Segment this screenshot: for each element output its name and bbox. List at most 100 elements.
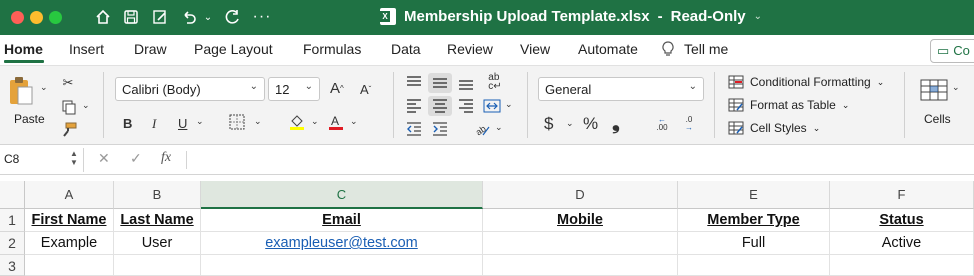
cell-f2[interactable]: Active <box>830 232 974 255</box>
align-center-icon[interactable] <box>428 96 452 116</box>
confirm-entry-icon[interactable]: ✓ <box>130 150 142 167</box>
cell-a3[interactable] <box>25 255 114 276</box>
undo-dropdown-chevron-icon[interactable]: ⌄ <box>202 6 214 28</box>
cell-f3[interactable] <box>830 255 974 276</box>
copy-dropdown-chevron-icon[interactable]: ⌄ <box>82 100 90 111</box>
font-color-chevron-icon[interactable]: ⌄ <box>350 116 358 127</box>
cell-b3[interactable] <box>114 255 201 276</box>
percent-format-button[interactable]: % <box>583 114 598 134</box>
redo-icon[interactable] <box>222 6 242 28</box>
align-bottom-icon[interactable] <box>456 74 476 92</box>
cells-chevron-icon[interactable]: ⌄ <box>952 82 960 93</box>
tab-view[interactable]: View <box>520 41 550 57</box>
align-left-icon[interactable] <box>404 97 424 115</box>
close-window-button[interactable] <box>11 11 24 24</box>
cell-c1[interactable]: Email <box>201 209 483 232</box>
column-header-c[interactable]: C <box>201 181 483 209</box>
underline-chevron-icon[interactable]: ⌄ <box>196 116 204 127</box>
cell-styles-button[interactable]: Cell Styles ⌄ <box>728 121 820 135</box>
minimize-window-button[interactable] <box>30 11 43 24</box>
copy-icon[interactable] <box>60 98 78 116</box>
column-header-f[interactable]: F <box>830 181 974 209</box>
increase-indent-icon[interactable] <box>430 120 450 138</box>
undo-icon[interactable] <box>179 6 199 28</box>
number-format-dropdown[interactable]: General ⌄ <box>538 77 704 101</box>
merge-center-icon[interactable] <box>482 97 502 115</box>
merge-chevron-icon[interactable]: ⌄ <box>505 99 513 110</box>
cell-e2[interactable]: Full <box>678 232 830 255</box>
wrap-text-icon[interactable]: ab c↵ <box>484 72 506 92</box>
currency-chevron-icon[interactable]: ⌄ <box>566 118 574 129</box>
align-top-icon[interactable] <box>404 74 424 92</box>
format-painter-icon[interactable] <box>60 120 78 138</box>
column-header-a[interactable]: A <box>25 181 114 209</box>
column-header-e[interactable]: E <box>678 181 830 209</box>
name-box-stepper-icon[interactable]: ▲ ▼ <box>70 149 78 167</box>
tab-page-layout[interactable]: Page Layout <box>194 41 273 57</box>
borders-chevron-icon[interactable]: ⌄ <box>254 116 262 127</box>
font-color-icon[interactable]: A <box>326 112 346 132</box>
tab-insert[interactable]: Insert <box>69 41 104 57</box>
format-as-table-button[interactable]: Format as Table ⌄ <box>728 98 849 112</box>
tab-review[interactable]: Review <box>447 41 493 57</box>
more-options-icon[interactable]: ··· <box>252 6 272 28</box>
select-all-corner[interactable] <box>0 181 25 209</box>
cell-a2[interactable]: Example <box>25 232 114 255</box>
fill-color-chevron-icon[interactable]: ⌄ <box>311 116 319 127</box>
name-box[interactable]: C8 ▲ ▼ <box>0 148 84 172</box>
currency-format-button[interactable]: $ <box>544 114 553 134</box>
row-header-1[interactable]: 1 <box>0 209 25 232</box>
bold-button[interactable]: B <box>123 116 132 131</box>
align-middle-icon[interactable] <box>428 73 452 93</box>
row-header-2[interactable]: 2 <box>0 232 25 255</box>
orientation-chevron-icon[interactable]: ⌄ <box>495 122 503 133</box>
italic-button[interactable]: I <box>152 116 156 132</box>
column-header-d[interactable]: D <box>483 181 678 209</box>
paste-dropdown-chevron-icon[interactable]: ⌄ <box>40 82 48 93</box>
title-chevron-icon[interactable]: ⌄ <box>754 11 762 22</box>
fill-color-icon[interactable] <box>287 112 307 132</box>
edit-document-icon[interactable] <box>150 6 170 28</box>
cell-d2[interactable] <box>483 232 678 255</box>
formula-input[interactable] <box>190 148 970 172</box>
tab-formulas[interactable]: Formulas <box>303 41 361 57</box>
cell-d3[interactable] <box>483 255 678 276</box>
tab-automate[interactable]: Automate <box>578 41 638 57</box>
cut-scissors-icon[interactable]: ✂ <box>60 74 76 92</box>
orientation-icon[interactable]: ab <box>472 120 492 138</box>
cell-b1[interactable]: Last Name <box>114 209 201 232</box>
conditional-formatting-button[interactable]: Conditional Formatting ⌄ <box>728 75 884 89</box>
cell-a1[interactable]: First Name <box>25 209 114 232</box>
home-icon[interactable] <box>93 6 113 28</box>
cell-e3[interactable] <box>678 255 830 276</box>
borders-icon[interactable] <box>228 113 246 131</box>
zoom-window-button[interactable] <box>49 11 62 24</box>
comma-style-button[interactable]: ❟ <box>612 112 620 135</box>
tell-me-lightbulb-icon[interactable] <box>662 41 674 60</box>
cell-c3[interactable] <box>201 255 483 276</box>
save-icon[interactable] <box>121 6 141 28</box>
align-right-icon[interactable] <box>456 97 476 115</box>
insert-function-icon[interactable]: fx <box>161 150 171 166</box>
cells-icon[interactable] <box>918 76 950 104</box>
increase-decimal-button[interactable]: ← .00 <box>651 114 673 134</box>
column-header-b[interactable]: B <box>114 181 201 209</box>
tab-draw[interactable]: Draw <box>134 41 167 57</box>
cell-c2-email-link[interactable]: exampleuser@test.com <box>201 232 483 255</box>
font-size-dropdown[interactable]: 12 ⌄ <box>268 77 320 101</box>
cell-d1[interactable]: Mobile <box>483 209 678 232</box>
tab-data[interactable]: Data <box>391 41 421 57</box>
cancel-entry-icon[interactable]: ✕ <box>98 150 110 167</box>
cell-b2[interactable]: User <box>114 232 201 255</box>
decrease-font-size-button[interactable]: Aˇ <box>360 82 371 97</box>
tell-me-search[interactable]: Tell me <box>684 41 728 57</box>
tab-home[interactable]: Home <box>4 41 43 57</box>
paste-icon[interactable] <box>8 74 34 108</box>
cell-f1[interactable]: Status <box>830 209 974 232</box>
underline-button[interactable]: U <box>178 116 187 131</box>
decrease-indent-icon[interactable] <box>404 120 424 138</box>
font-name-dropdown[interactable]: Calibri (Body) ⌄ <box>115 77 265 101</box>
row-header-3[interactable]: 3 <box>0 255 25 276</box>
comments-button[interactable]: ▭ Co <box>930 39 974 63</box>
cell-e1[interactable]: Member Type <box>678 209 830 232</box>
